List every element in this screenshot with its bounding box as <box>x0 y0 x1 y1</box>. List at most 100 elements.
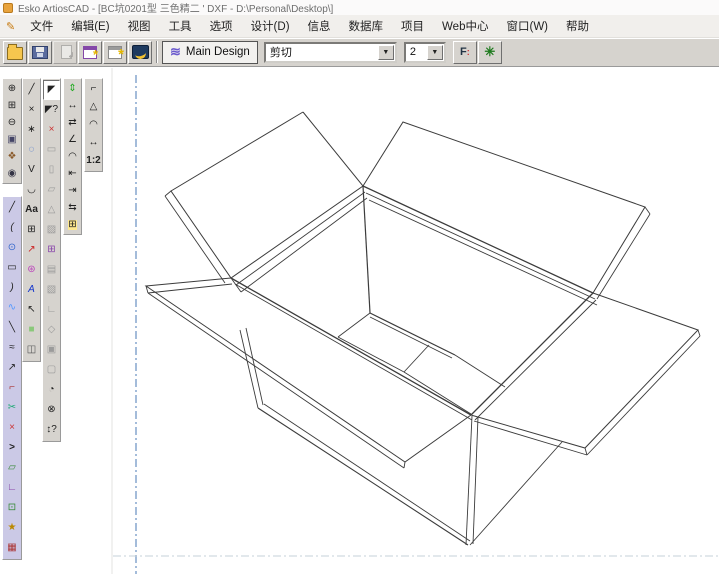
tool-reject-point[interactable]: ⊗ <box>43 400 60 420</box>
menu-database[interactable]: 数据库 <box>340 19 393 35</box>
zoom-out-icon: ⊖ <box>8 118 16 128</box>
tool-mirror[interactable]: ▨ <box>43 220 60 240</box>
tool-arc-endpoints[interactable]: ◡ <box>23 180 40 200</box>
tool-step[interactable]: ∟ <box>43 300 60 320</box>
scale-combo[interactable]: 2 ▼ <box>404 42 446 63</box>
tool-offset[interactable]: ▱ <box>43 180 60 200</box>
convert-to-3d-button[interactable] <box>128 41 152 64</box>
tool-nested-rectangles[interactable]: ⊡ <box>3 498 21 518</box>
tool-delete[interactable]: × <box>43 120 60 140</box>
tool-zoom-extents[interactable]: ▣ <box>3 131 21 148</box>
menu-tools[interactable]: 工具 <box>160 19 201 35</box>
tool-fillet[interactable]: ⌐ <box>3 378 21 398</box>
tool-select[interactable]: ◤ <box>43 80 60 100</box>
chevron-down-icon[interactable]: ▼ <box>378 45 394 60</box>
tool-align-grid[interactable]: ⊞ <box>43 240 60 260</box>
tool-cut[interactable]: ✂ <box>3 398 21 418</box>
tool-move-point[interactable]: ⇕ <box>64 80 81 97</box>
tool-hatch[interactable]: ▦ <box>3 538 21 558</box>
angle-dimension-icon: ∠ <box>68 135 77 145</box>
tool-frame-select[interactable]: ▣ <box>43 340 60 360</box>
tool-measure-query[interactable]: ↕? <box>43 420 60 440</box>
tool-diamond[interactable]: ◇ <box>43 320 60 340</box>
tool-horizontal-dimension[interactable]: ↔ <box>64 97 81 114</box>
tool-line[interactable]: ╱ <box>3 198 21 218</box>
tool-wave[interactable]: ≈ <box>3 338 21 358</box>
tool-zoom-out[interactable]: ⊖ <box>3 114 21 131</box>
tool-angle-dimension[interactable]: ∠ <box>64 131 81 148</box>
tool-corner-dimension[interactable]: ⌐ <box>85 80 102 98</box>
menu-design[interactable]: 设计(D) <box>242 19 299 35</box>
tool-fill-color[interactable]: ■ <box>23 320 40 340</box>
tool-select-dimension[interactable]: ⇄ <box>64 114 81 131</box>
tool-leader-arrow[interactable]: ↗ <box>23 240 40 260</box>
tool-distance-c[interactable]: ⇆ <box>64 199 81 216</box>
new-embedded-design-button[interactable] <box>78 41 102 64</box>
tool-v-notch[interactable]: V <box>23 160 40 180</box>
menu-info[interactable]: 信息 <box>299 19 340 35</box>
tool-slope-dimension[interactable]: △ <box>85 98 102 116</box>
tool-scale-1-2[interactable]: 1:2 <box>85 152 102 170</box>
paragraph-text-icon: ⊞ <box>27 225 35 235</box>
tool-circle[interactable]: ⊙ <box>3 238 21 258</box>
menu-options[interactable]: 选项 <box>201 19 242 35</box>
tool-bezier-curve[interactable]: ∿ <box>3 298 21 318</box>
tool-select-query[interactable]: ◤? <box>43 100 60 120</box>
tool-point-arrow[interactable]: ↗ <box>3 358 21 378</box>
tool-stack[interactable]: ▤ <box>43 260 60 280</box>
tool-arc-3pt[interactable]: ( <box>3 218 21 238</box>
tool-arc-cw[interactable]: ) <box>3 278 21 298</box>
tool-shade[interactable]: ▧ <box>43 280 60 300</box>
tool-layer-visibility[interactable]: ◉ <box>3 165 21 182</box>
tool-rotate[interactable]: △ <box>43 200 60 220</box>
tool-offset-copy[interactable]: ▱ <box>3 458 21 478</box>
tool-arc-dimension[interactable]: ◠ <box>64 148 81 165</box>
tool-text-leader[interactable]: ↖ <box>23 300 40 320</box>
main-design-button[interactable]: ≋ Main Design <box>162 41 258 64</box>
save-button[interactable] <box>28 41 52 64</box>
tool-construction-circle[interactable]: ◌ <box>23 140 40 160</box>
tool-distance-b[interactable]: ⇥ <box>64 182 81 199</box>
rebuild-design-button[interactable]: ✳ <box>478 41 502 64</box>
tool-move[interactable]: ▭ <box>43 140 60 160</box>
tool-auto-dimension[interactable]: ⊞ <box>64 216 81 233</box>
scale-combo-value: 2 <box>406 46 427 58</box>
dimension-properties-button[interactable]: F <box>453 41 477 64</box>
tool-zoom-in[interactable]: ⊕ <box>3 80 21 97</box>
tool-width-dimension[interactable]: ↔ <box>85 134 102 152</box>
tool-copy[interactable]: ▯ <box>43 160 60 180</box>
menu-edit[interactable]: 编辑(E) <box>62 19 118 35</box>
tool-pan[interactable]: ❖ <box>3 148 21 165</box>
tool-text[interactable]: Aa <box>23 200 40 220</box>
tool-break-line[interactable]: × <box>3 418 21 438</box>
tool-rosette[interactable]: ⊛ <box>23 260 40 280</box>
tool-recent-history[interactable]: ◔ <box>43 380 60 400</box>
tool-highlight-region[interactable]: ★ <box>3 518 21 538</box>
menu-webcenter[interactable]: Web中心 <box>433 19 497 35</box>
menu-window[interactable]: 窗口(W) <box>497 19 557 35</box>
layer-combo[interactable]: 剪切 ▼ <box>264 42 397 63</box>
export-button[interactable] <box>53 41 77 64</box>
design-canvas[interactable] <box>112 134 719 574</box>
tool-tangent-line[interactable]: ╲ <box>3 318 21 338</box>
tool-zoom-window[interactable]: ⊞ <box>3 97 21 114</box>
menu-file[interactable]: 文件 <box>21 19 62 35</box>
tool-cross-lines[interactable]: × <box>23 100 40 120</box>
tool-erase-construction[interactable]: ∗ <box>23 120 40 140</box>
chevron-down-icon[interactable]: ▼ <box>427 45 443 60</box>
tool-paragraph-text[interactable]: ⊞ <box>23 220 40 240</box>
tool-arc-angle-dimension[interactable]: ◠ <box>85 116 102 134</box>
tool-extend[interactable]: > <box>3 438 21 458</box>
menu-help[interactable]: 帮助 <box>557 19 598 35</box>
open-button[interactable] <box>3 41 27 64</box>
tool-group-items[interactable]: ◫ <box>23 340 40 360</box>
tool-rectangle[interactable]: ▭ <box>3 258 21 278</box>
tool-distance-a[interactable]: ⇤ <box>64 165 81 182</box>
tool-italic-text[interactable]: A <box>23 280 40 300</box>
menu-view[interactable]: 视图 <box>119 19 160 35</box>
menu-project[interactable]: 项目 <box>392 19 433 35</box>
tool-resize-frame[interactable]: ▢ <box>43 360 60 380</box>
tool-stair-step[interactable]: ∟ <box>3 478 21 498</box>
tool-line-2pt[interactable]: ╱ <box>23 80 40 100</box>
copy-embedded-design-button[interactable] <box>103 41 127 64</box>
